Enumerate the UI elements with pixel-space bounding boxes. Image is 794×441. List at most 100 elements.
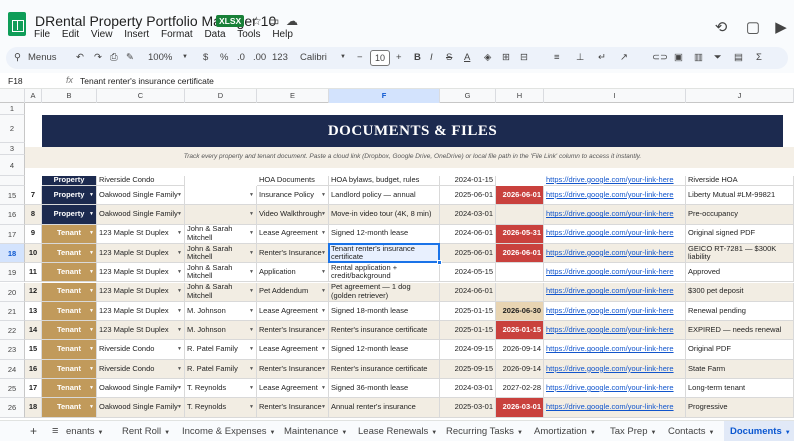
tab-menu-chevron-icon[interactable]: ▼ xyxy=(341,430,347,436)
dropdown-chevron-icon[interactable]: ▼ xyxy=(89,384,94,393)
dropdown-chevron-icon[interactable]: ▼ xyxy=(321,191,326,200)
cell-expiry[interactable]: 2026-06-30 xyxy=(496,301,544,322)
dropdown-chevron-icon[interactable]: ▼ xyxy=(249,229,254,238)
cell-notes[interactable]: $300 pet deposit xyxy=(686,282,794,302)
font-size-increase-icon[interactable]: + xyxy=(396,52,402,63)
cell-id[interactable]: 7 xyxy=(25,186,42,206)
dropdown-chevron-icon[interactable]: ▼ xyxy=(89,307,94,316)
cell-file-link[interactable]: https://drive.google.com/your-link-here xyxy=(544,243,686,264)
row-header[interactable]: 1 xyxy=(0,103,25,115)
borders-icon[interactable]: ⊞ xyxy=(502,52,510,63)
cell-doc-type[interactable]: Lease Agreement ▼ xyxy=(257,340,329,360)
menu-help[interactable]: Help xyxy=(272,29,293,40)
cell-tenant[interactable]: John & Sarah Mitchell ▼ xyxy=(185,263,257,283)
cell-tenant[interactable]: T. Reynolds ▼ xyxy=(185,398,257,418)
dropdown-chevron-icon[interactable]: ▼ xyxy=(89,249,94,258)
insert-chart-icon[interactable]: ▥ xyxy=(694,52,703,63)
font-size-input[interactable]: 10 xyxy=(370,50,390,66)
fill-handle[interactable] xyxy=(437,260,442,266)
font-family-select[interactable]: Calibri xyxy=(300,52,327,63)
cell-expiry[interactable]: 2026-06-01 xyxy=(496,186,544,206)
cell-description[interactable]: Signed 18-month lease xyxy=(329,301,440,322)
dropdown-chevron-icon[interactable]: ▼ xyxy=(177,249,182,258)
cell-file-link[interactable]: https://drive.google.com/your-link-here xyxy=(544,186,686,206)
dropdown-chevron-icon[interactable]: ▼ xyxy=(249,403,254,412)
text-wrap-icon[interactable]: ↵ xyxy=(598,52,606,63)
cell-description[interactable]: Annual renter's insurance xyxy=(329,398,440,418)
search-menus-button[interactable]: Menus xyxy=(28,52,57,63)
cell-id[interactable]: 9 xyxy=(25,224,42,244)
column-header-c[interactable]: C xyxy=(97,89,185,103)
dropdown-chevron-icon[interactable]: ▼ xyxy=(321,345,326,354)
cell-notes[interactable]: GEICO RT-7281 — $300K liability xyxy=(686,243,794,264)
cell-tenant[interactable]: John & Sarah Mitchell ▼ xyxy=(185,224,257,244)
cell-property[interactable]: Riverside Condo xyxy=(97,175,185,186)
column-header-j[interactable]: J xyxy=(686,89,794,103)
dropdown-chevron-icon[interactable]: ▼ xyxy=(177,345,182,354)
menu-format[interactable]: Format xyxy=(161,29,193,40)
cell-type[interactable]: Tenant ▼ xyxy=(42,243,97,264)
meet-video-icon[interactable]: ▶ xyxy=(771,18,791,38)
cell-tenant[interactable]: John & Sarah Mitchell ▼ xyxy=(185,282,257,302)
cell-tenant[interactable]: M. Johnson ▼ xyxy=(185,321,257,341)
cell-notes[interactable]: State Farm xyxy=(686,359,794,379)
cell-description[interactable]: Renter's insurance certificate xyxy=(329,321,440,341)
cell-notes[interactable]: Renewal pending xyxy=(686,301,794,322)
dropdown-chevron-icon[interactable]: ▼ xyxy=(177,287,182,296)
cell-date[interactable]: 2025-01-15 xyxy=(440,301,496,322)
row-header[interactable]: 25 xyxy=(0,379,25,399)
text-rotation-icon[interactable]: ↗ xyxy=(620,52,628,63)
menu-file[interactable]: File xyxy=(34,29,50,40)
dropdown-chevron-icon[interactable]: ▼ xyxy=(249,326,254,335)
cell-notes[interactable]: Pre-occupancy xyxy=(686,205,794,225)
cell-property[interactable]: Oakwood Single Family ▼ xyxy=(97,205,185,225)
cell-date[interactable]: 2024-06-01 xyxy=(440,282,496,302)
cell-id[interactable]: 18 xyxy=(25,398,42,418)
dropdown-chevron-icon[interactable]: ▼ xyxy=(321,210,326,219)
cell-tenant[interactable]: ▼ xyxy=(185,205,257,225)
cell-id[interactable]: 10 xyxy=(25,243,42,264)
column-header-d[interactable]: D xyxy=(185,89,257,103)
cell-file-link[interactable]: https://drive.google.com/your-link-here xyxy=(544,379,686,399)
dropdown-chevron-icon[interactable]: ▼ xyxy=(89,191,94,200)
add-sheet-icon[interactable]: + xyxy=(30,421,37,441)
cell-description[interactable]: Renter's insurance certificate xyxy=(329,359,440,379)
cell-tenant[interactable]: M. Johnson ▼ xyxy=(185,301,257,322)
row-header[interactable]: 16 xyxy=(0,205,25,225)
dropdown-chevron-icon[interactable]: ▼ xyxy=(249,210,254,219)
cell-file-link[interactable]: https://drive.google.com/your-link-here xyxy=(544,282,686,302)
functions-icon[interactable]: Σ xyxy=(756,52,762,63)
cell-type[interactable]: Tenant ▼ xyxy=(42,301,97,322)
dropdown-chevron-icon[interactable]: ▼ xyxy=(89,403,94,412)
cell-id[interactable]: 16 xyxy=(25,359,42,379)
cloud-status-icon[interactable]: ☁ xyxy=(286,14,298,28)
row-header[interactable]: 17 xyxy=(0,224,25,244)
cell-doc-type[interactable]: Lease Agreement ▼ xyxy=(257,379,329,399)
formula-input[interactable]: Tenant renter's insurance certificate xyxy=(80,76,214,86)
cell-doc-type[interactable]: HOA Documents xyxy=(257,175,329,186)
cell-property[interactable]: 123 Maple St Duplex ▼ xyxy=(97,263,185,283)
cell-doc-type[interactable]: Insurance Policy ▼ xyxy=(257,186,329,206)
cell-id[interactable]: 17 xyxy=(25,379,42,399)
cell-expiry[interactable]: 2026-09-14 xyxy=(496,340,544,360)
row-header[interactable]: 18 xyxy=(0,243,25,264)
dropdown-chevron-icon[interactable]: ▼ xyxy=(249,191,254,200)
cell-file-link[interactable]: https://drive.google.com/your-link-here xyxy=(544,224,686,244)
italic-icon[interactable]: I xyxy=(430,52,433,63)
cell-file-link[interactable]: https://drive.google.com/your-link-here xyxy=(544,321,686,341)
dropdown-chevron-icon[interactable]: ▼ xyxy=(177,229,182,238)
paint-format-icon[interactable]: ✎ xyxy=(126,52,134,63)
cell-description[interactable]: Signed 12-month lease xyxy=(329,340,440,360)
cell-file-link[interactable]: https://drive.google.com/your-link-here xyxy=(544,263,686,283)
column-header-g[interactable]: G xyxy=(440,89,496,103)
cell-notes[interactable]: Original PDF xyxy=(686,340,794,360)
redo-icon[interactable]: ↷ xyxy=(94,52,102,63)
cell-tenant[interactable]: ▼ xyxy=(185,186,257,206)
dropdown-chevron-icon[interactable]: ▼ xyxy=(249,268,254,277)
star-icon[interactable]: ☆ xyxy=(251,14,262,28)
cell-property[interactable]: 123 Maple St Duplex ▼ xyxy=(97,224,185,244)
cell-tenant[interactable]: R. Patel Family ▼ xyxy=(185,359,257,379)
select-all-corner[interactable] xyxy=(0,89,25,103)
dropdown-chevron-icon[interactable]: ▼ xyxy=(321,307,326,316)
cell-description[interactable]: Signed 12-month lease xyxy=(329,224,440,244)
